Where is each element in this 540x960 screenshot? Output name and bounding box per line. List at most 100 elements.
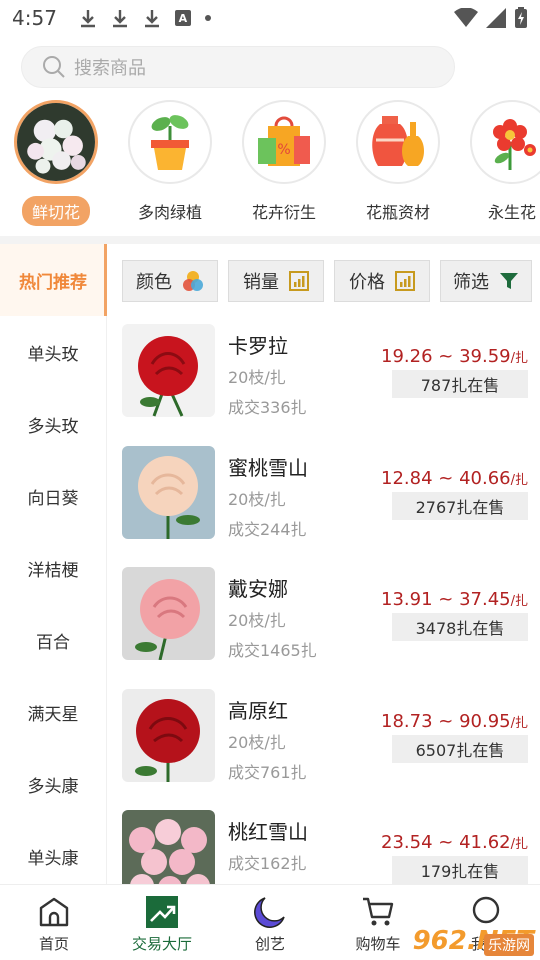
- product-price: 18.73 ~ 90.95/扎: [381, 711, 528, 732]
- side-item-hot[interactable]: 热门推荐: [0, 244, 107, 316]
- section-divider: [0, 236, 540, 244]
- side-item-sunflower[interactable]: 向日葵: [0, 460, 106, 532]
- side-item-gypsophila[interactable]: 满天星: [0, 676, 106, 748]
- nav-home[interactable]: 首页: [0, 885, 108, 960]
- download-icon: [80, 10, 95, 28]
- category-row: 鲜切花 多肉绿植 % 花卉衍生 花瓶资材 永生花: [0, 100, 540, 230]
- download-icon: [144, 10, 159, 28]
- product-name: 高原红: [228, 698, 288, 723]
- product-spec: 20枝/扎: [228, 732, 286, 752]
- product-spec: 20枝/扎: [228, 368, 286, 387]
- app-notification-icon: A: [174, 10, 191, 26]
- filter-bar: 颜色 销量 价格 筛选: [122, 260, 532, 302]
- product-stock: 3478扎在售: [392, 613, 528, 641]
- watermark-text: 乐游网: [484, 934, 534, 956]
- product-image: [122, 567, 215, 660]
- price-range: 23.54 ~ 41.62: [381, 832, 511, 853]
- search-icon: [43, 56, 65, 78]
- price-unit: /扎: [510, 837, 528, 852]
- search-input[interactable]: 搜索商品: [21, 46, 455, 88]
- price-unit: /扎: [510, 472, 528, 488]
- product-card[interactable]: 戴安娜 20枝/扎 成交1465扎 13.91 ~ 37.45/扎 3478扎在…: [108, 559, 540, 681]
- trend-chart-icon: [146, 896, 178, 928]
- color-palette-icon: [183, 271, 203, 291]
- side-item-single-rose[interactable]: 单头玫: [0, 316, 106, 388]
- status-bar: 4:57 A: [0, 0, 540, 36]
- side-item-lily[interactable]: 百合: [0, 604, 106, 676]
- product-stock: 6507扎在售: [392, 734, 528, 763]
- product-stock: 2767扎在售: [392, 491, 528, 520]
- product-stock: 179扎在售: [392, 856, 528, 884]
- product-price: 23.54 ~ 41.62/扎: [381, 832, 528, 853]
- search-placeholder: 搜索商品: [74, 58, 146, 79]
- side-item-spray-carnation[interactable]: 多头康: [0, 748, 106, 820]
- category-preserved[interactable]: 永生花: [462, 100, 540, 226]
- nav-label: 首页: [38, 935, 69, 953]
- nav-label: 创艺: [254, 935, 285, 953]
- nav-trading-hall[interactable]: 交易大厅: [108, 885, 216, 960]
- product-name: 戴安娜: [228, 577, 288, 601]
- product-name: 蜜桃雪山: [228, 455, 308, 480]
- filter-label: 颜色: [136, 272, 172, 293]
- product-sold: 成交761扎: [228, 762, 307, 782]
- price-range: 12.84 ~ 40.66: [381, 467, 511, 489]
- product-card[interactable]: 蜜桃雪山 20枝/扎 成交244扎 12.84 ~ 40.66/扎 2767扎在…: [108, 438, 540, 560]
- cart-icon: [363, 897, 394, 926]
- battery-icon: [515, 7, 527, 28]
- download-icon: [112, 10, 127, 28]
- filter-more-button[interactable]: 筛选: [440, 260, 532, 302]
- product-sold: 成交244扎: [228, 519, 307, 539]
- shopping-bag-icon: %: [242, 100, 326, 184]
- product-image: [122, 688, 215, 782]
- filter-icon: [500, 273, 518, 289]
- user-icon: [472, 896, 500, 924]
- status-right: [454, 7, 528, 29]
- product-image: [122, 324, 215, 417]
- category-vases[interactable]: 花瓶资材: [348, 100, 448, 226]
- filter-label: 筛选: [453, 272, 489, 293]
- filter-color-button[interactable]: 颜色: [122, 260, 218, 302]
- product-sold: 成交162扎: [228, 854, 307, 873]
- product-sold: 成交336扎: [228, 398, 307, 417]
- price-unit: /扎: [510, 351, 528, 366]
- product-price: 12.84 ~ 40.66/扎: [381, 468, 528, 489]
- product-card[interactable]: 高原红 20枝/扎 成交761扎 18.73 ~ 90.95/扎 6507扎在售: [108, 681, 540, 803]
- product-spec: 20枝/扎: [228, 489, 286, 509]
- potted-plant-icon: [128, 100, 212, 184]
- side-item-eustoma[interactable]: 洋桔梗: [0, 532, 106, 604]
- product-spec: 20枝/扎: [228, 611, 286, 630]
- category-label: 花卉衍生: [251, 203, 316, 222]
- product-card[interactable]: 桃红雪山 成交162扎 23.54 ~ 41.62/扎 179扎在售: [108, 802, 540, 884]
- product-list: 卡罗拉 20枝/扎 成交336扎 19.26 ~ 39.59/扎 787扎在售 …: [108, 316, 540, 884]
- status-time: 4:57: [12, 6, 57, 30]
- category-label: 鲜切花: [21, 196, 90, 226]
- category-label: 花瓶资材: [365, 203, 430, 222]
- price-range: 19.26 ~ 39.59: [381, 346, 511, 367]
- category-derivatives[interactable]: % 花卉衍生: [234, 100, 334, 226]
- fresh-cut-flower-image: [14, 100, 98, 184]
- category-fresh-cut[interactable]: 鲜切花: [6, 100, 106, 226]
- price-range: 13.91 ~ 37.45: [381, 589, 511, 610]
- side-item-spray-rose[interactable]: 多头玫: [0, 388, 106, 460]
- nav-creative[interactable]: 创艺: [216, 885, 324, 960]
- more-dot-icon: [204, 15, 211, 21]
- watermark: 962.NET 乐游网: [413, 926, 534, 956]
- side-item-single-carnation[interactable]: 单头康: [0, 820, 106, 892]
- notification-icons: A: [79, 8, 211, 28]
- category-succulents[interactable]: 多肉绿植: [120, 100, 220, 226]
- svg-text:%: %: [277, 142, 290, 158]
- filter-price-button[interactable]: 价格: [334, 260, 430, 302]
- product-image: [122, 445, 215, 539]
- filter-label: 价格: [349, 272, 385, 293]
- product-name: 卡罗拉: [228, 334, 288, 358]
- price-range: 18.73 ~ 90.95: [381, 710, 511, 732]
- product-image: [122, 810, 215, 884]
- wifi-icon: [454, 8, 478, 27]
- price-unit: /扎: [510, 594, 528, 609]
- category-label: 多肉绿植: [137, 203, 202, 222]
- filter-sales-button[interactable]: 销量: [228, 260, 324, 302]
- product-price: 19.26 ~ 39.59/扎: [381, 346, 528, 367]
- product-sold: 成交1465扎: [228, 641, 317, 660]
- product-card[interactable]: 卡罗拉 20枝/扎 成交336扎 19.26 ~ 39.59/扎 787扎在售: [108, 316, 540, 438]
- moon-icon: [254, 897, 285, 928]
